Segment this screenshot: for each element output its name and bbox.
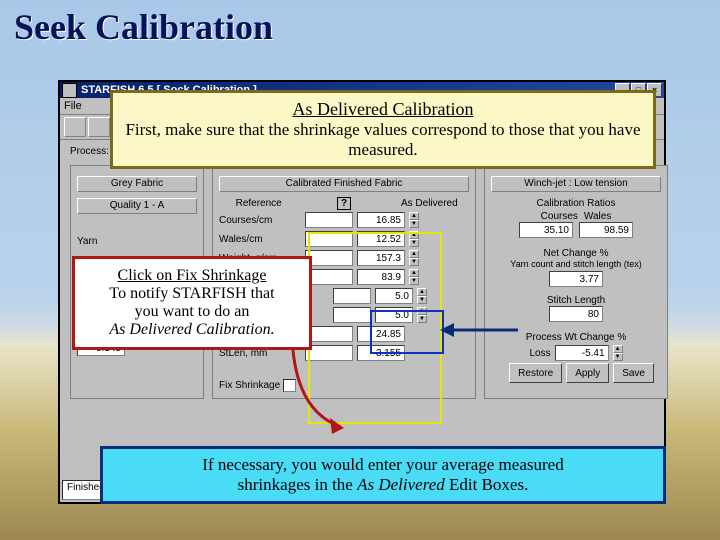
annotation3-line1: If necessary, you would enter your avera… — [113, 455, 653, 475]
toolbar-button[interactable] — [64, 117, 86, 137]
app-icon — [62, 83, 77, 98]
finished-header: Calibrated Finished Fabric — [219, 176, 469, 192]
lsh-del[interactable]: 5.0 — [375, 288, 413, 304]
wales-ref[interactable] — [305, 231, 353, 247]
calib-ratios-label: Calibration Ratios — [491, 198, 661, 209]
calib-header: Winch-jet : Low tension — [491, 176, 661, 192]
netchg-sub: Yarn count and stitch length (tex) — [491, 259, 661, 269]
grey-fabric-header: Grey Fabric — [77, 176, 197, 192]
netchg-label: Net Change % — [491, 248, 661, 259]
courses-spinner[interactable]: ▲▼ — [409, 212, 419, 228]
loss-value[interactable]: -5.41 — [555, 345, 609, 361]
ratio-wales-value[interactable]: 98.59 — [579, 222, 633, 238]
row-wales-label: Wales/cm — [219, 234, 301, 245]
width-del[interactable]: 83.9 — [357, 269, 405, 285]
annotation-delivered-calibration: As Delivered Calibration First, make sur… — [110, 90, 656, 169]
stlen-ref[interactable] — [305, 345, 353, 361]
toolbar-button[interactable] — [88, 117, 110, 137]
annotation1-title: As Delivered Calibration — [123, 99, 643, 120]
fix-shrinkage-label: Fix Shrinkage — [219, 380, 280, 391]
annotation2-line2: you want to do an — [83, 303, 301, 321]
quality-label: Quality 1 - A — [77, 198, 197, 214]
save-button[interactable]: Save — [613, 363, 654, 383]
annotation-fix-shrinkage: Click on Fix Shrinkage To notify STARFIS… — [72, 256, 312, 350]
col-as-delivered: As Delivered — [390, 198, 469, 209]
slide-title: Seek Calibration — [14, 6, 273, 48]
annotation2-title: Click on Fix Shrinkage — [83, 267, 301, 285]
courses-del[interactable]: 16.85 — [357, 212, 405, 228]
count-del[interactable]: 24.85 — [357, 326, 405, 342]
wsh-spinner[interactable]: ▲▼ — [417, 307, 427, 323]
annotation1-body: First, make sure that the shrinkage valu… — [123, 120, 643, 160]
stlen-label: Stitch Length — [491, 295, 661, 306]
col-reference: Reference — [219, 198, 298, 209]
count-ref[interactable] — [305, 326, 353, 342]
ratio-courses-label: Courses — [541, 211, 578, 222]
restore-button[interactable]: Restore — [509, 363, 562, 383]
wales-spinner[interactable]: ▲▼ — [409, 231, 419, 247]
grey-yarn-label: Yarn — [77, 236, 159, 247]
weight-spinner[interactable]: ▲▼ — [409, 250, 419, 266]
wsh-del[interactable]: 5.0 — [375, 307, 413, 323]
loss-spinner[interactable]: ▲▼ — [613, 345, 623, 361]
width-spinner[interactable]: ▲▼ — [409, 269, 419, 285]
apply-button[interactable]: Apply — [566, 363, 609, 383]
annotation2-line3: As Delivered Calibration. — [83, 321, 301, 339]
loss-label: Loss — [529, 348, 550, 359]
weight-ref[interactable] — [305, 250, 353, 266]
stlen-value[interactable]: 80 — [549, 306, 603, 322]
annotation3-line2: shrinkages in the As Delivered Edit Boxe… — [113, 475, 653, 495]
annotation2-line1: To notify STARFISH that — [83, 285, 301, 303]
procwt-label: Process Wt Change % — [491, 332, 661, 343]
fix-shrinkage-checkbox[interactable] — [283, 379, 296, 392]
annotation-enter-shrinkages: If necessary, you would enter your avera… — [100, 446, 666, 504]
weight-del[interactable]: 157.3 — [357, 250, 405, 266]
menu-file[interactable]: File — [64, 100, 82, 112]
courses-ref[interactable] — [305, 212, 353, 228]
stlen-del[interactable]: 3.155 — [357, 345, 405, 361]
fix-shrinkage-row: Fix Shrinkage — [219, 379, 469, 392]
row-courses-label: Courses/cm — [219, 215, 301, 226]
lsh-ref[interactable] — [333, 288, 371, 304]
lsh-spinner[interactable]: ▲▼ — [417, 288, 427, 304]
wsh-ref[interactable] — [333, 307, 371, 323]
wales-del[interactable]: 12.52 — [357, 231, 405, 247]
ratio-wales-label: Wales — [584, 211, 611, 222]
netchg-value[interactable]: 3.77 — [549, 271, 603, 287]
help-icon[interactable]: ? — [337, 197, 351, 210]
width-ref[interactable] — [305, 269, 353, 285]
ratio-courses-value[interactable]: 35.10 — [519, 222, 573, 238]
